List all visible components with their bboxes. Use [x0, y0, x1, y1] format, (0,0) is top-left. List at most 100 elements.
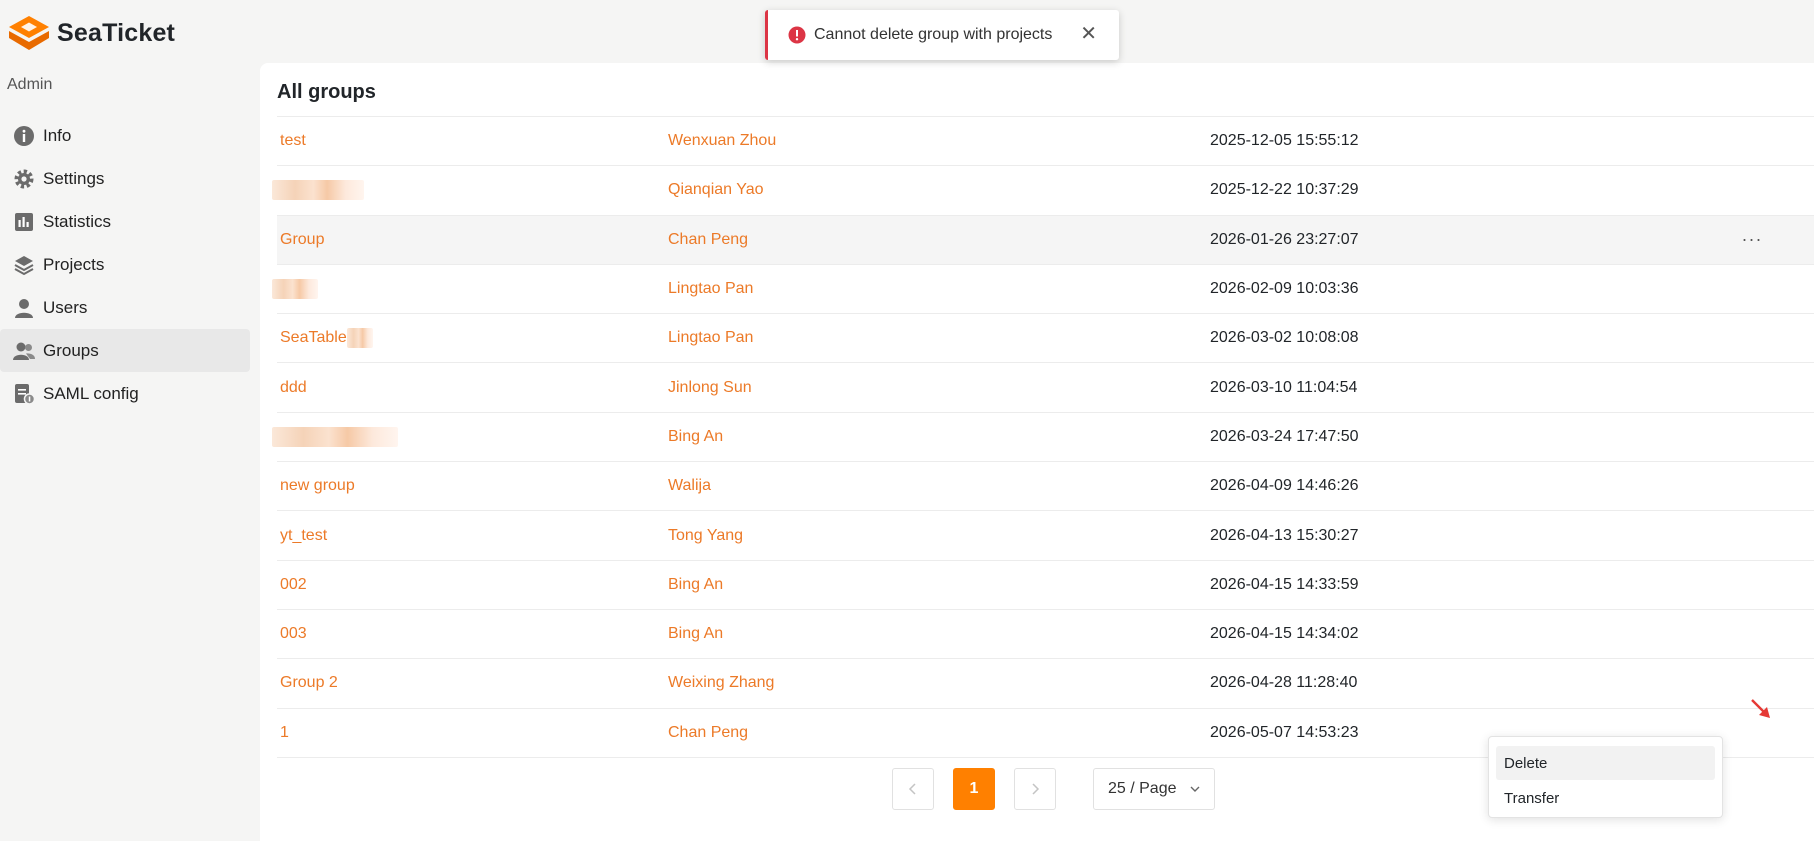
prev-page-button[interactable] — [892, 768, 934, 810]
group-owner-link[interactable]: Lingtao Pan — [668, 314, 753, 362]
page-size-value: 25 / Page — [1108, 780, 1177, 797]
group-owner-link[interactable]: Lingtao Pan — [668, 265, 753, 313]
groups-table: test Wenxuan Zhou 2025-12-05 15:55:12 Qi… — [272, 117, 1814, 758]
group-owner-link[interactable]: Qianqian Yao — [668, 166, 763, 214]
group-name-text: SeaTable — [280, 329, 347, 347]
sidebar-item-settings[interactable]: Settings — [0, 157, 250, 200]
group-created-time: 2025-12-05 15:55:12 — [1210, 132, 1359, 150]
gear-icon — [13, 168, 35, 190]
table-row: Qianqian Yao 2025-12-22 10:37:29 — [272, 166, 1814, 216]
statistics-icon — [13, 211, 35, 233]
users-icon — [13, 340, 35, 362]
page-button-current[interactable]: 1 — [953, 768, 995, 810]
main-panel: All groups test Wenxuan Zhou 2025-12-05 … — [260, 63, 1814, 841]
next-page-button[interactable] — [1014, 768, 1056, 810]
group-name-link[interactable]: new group — [280, 462, 355, 510]
group-created-time: 2026-03-10 11:04:54 — [1210, 378, 1358, 396]
sidebar-item-label: Groups — [43, 340, 99, 360]
group-name-link[interactable]: 002 — [280, 561, 307, 609]
sidebar-item-label: Info — [43, 125, 72, 145]
group-owner-link[interactable]: Wenxuan Zhou — [668, 117, 776, 165]
group-name-link[interactable]: SeaTable — [280, 314, 373, 362]
table-row: new group Walija 2026-04-09 14:46:26 — [277, 462, 1814, 512]
sidebar-item-label: Users — [43, 297, 88, 317]
group-owner-link[interactable]: Weixing Zhang — [668, 659, 774, 707]
close-icon[interactable]: ✕ — [1080, 24, 1097, 44]
group-created-time: 2026-04-15 14:33:59 — [1210, 575, 1359, 593]
group-name-link[interactable] — [272, 166, 364, 214]
group-created-time: 2025-12-22 10:37:29 — [1210, 181, 1359, 199]
sidebar-section-title: Admin — [7, 76, 53, 93]
group-owner-link[interactable]: Tong Yang — [668, 511, 743, 559]
group-name-link[interactable] — [272, 265, 318, 313]
group-created-time: 2026-04-13 15:30:27 — [1210, 526, 1359, 544]
group-created-time: 2026-03-24 17:47:50 — [1210, 427, 1359, 445]
layers-icon — [13, 254, 35, 276]
chevron-right-icon — [1032, 783, 1040, 795]
group-created-time: 2026-05-07 14:53:23 — [1210, 723, 1359, 741]
table-row: test Wenxuan Zhou 2025-12-05 15:55:12 — [277, 117, 1814, 167]
sidebar-item-label: Statistics — [43, 211, 112, 231]
page-title: All groups — [277, 81, 376, 103]
sidebar: SeaTicket Admin Info Settings Statistics — [0, 0, 258, 841]
group-created-time: 2026-02-09 10:03:36 — [1210, 280, 1359, 298]
table-row: SeaTable Lingtao Pan 2026-03-02 10:08:08 — [277, 314, 1814, 364]
group-owner-link[interactable]: Chan Peng — [668, 216, 748, 264]
group-owner-link[interactable]: Bing An — [668, 413, 723, 461]
menu-item-transfer[interactable]: Transfer — [1496, 781, 1715, 815]
error-circle-icon — [788, 26, 806, 44]
redacted-name — [272, 180, 364, 201]
group-name-link[interactable]: 003 — [280, 610, 307, 658]
sidebar-item-projects[interactable]: Projects — [0, 243, 250, 286]
group-name-link[interactable]: test — [280, 117, 306, 165]
sidebar-item-label: SAML config — [43, 383, 139, 403]
error-toast: Cannot delete group with projects ✕ — [765, 10, 1119, 60]
redacted-name — [272, 279, 318, 300]
group-name-link[interactable]: yt_test — [280, 511, 327, 559]
sidebar-item-saml-config[interactable]: SAML config — [0, 372, 250, 415]
group-created-time: 2026-04-09 14:46:26 — [1210, 477, 1359, 495]
group-created-time: 2026-04-15 14:34:02 — [1210, 625, 1359, 643]
group-owner-link[interactable]: Bing An — [668, 610, 723, 658]
chevron-left-icon — [908, 783, 916, 795]
table-row: yt_test Tong Yang 2026-04-13 15:30:27 — [277, 511, 1814, 561]
group-created-time: 2026-01-26 23:27:07 — [1210, 230, 1359, 248]
group-name-link[interactable]: Group — [280, 216, 324, 264]
group-owner-link[interactable]: Jinlong Sun — [668, 363, 752, 411]
user-icon — [13, 297, 35, 319]
row-actions-menu: Delete Transfer — [1488, 736, 1723, 818]
table-row: Bing An 2026-03-24 17:47:50 — [272, 413, 1814, 463]
group-owner-link[interactable]: Bing An — [668, 561, 723, 609]
group-owner-link[interactable]: Walija — [668, 462, 711, 510]
sidebar-item-groups[interactable]: Groups — [0, 329, 250, 372]
group-name-link[interactable]: Group 2 — [280, 659, 338, 707]
redacted-name — [272, 426, 398, 447]
page-size-select[interactable]: 25 / Page — [1093, 768, 1215, 810]
redacted-name — [346, 328, 373, 349]
table-row: Group 2 Weixing Zhang 2026-04-28 11:28:4… — [277, 659, 1814, 709]
app-name: SeaTicket — [57, 18, 176, 47]
cursor-arrow-icon — [1751, 699, 1770, 718]
chevron-down-icon — [1190, 786, 1200, 792]
table-row: 002 Bing An 2026-04-15 14:33:59 — [277, 561, 1814, 610]
toast-message: Cannot delete group with projects — [814, 26, 1053, 43]
group-name-link[interactable] — [272, 413, 398, 461]
sidebar-item-users[interactable]: Users — [0, 286, 250, 329]
group-owner-link[interactable]: Chan Peng — [668, 709, 748, 757]
sidebar-item-statistics[interactable]: Statistics — [0, 200, 250, 243]
sidebar-item-info[interactable]: Info — [0, 114, 250, 157]
saml-icon — [13, 383, 35, 405]
group-created-time: 2026-03-02 10:08:08 — [1210, 329, 1359, 347]
menu-item-delete[interactable]: Delete — [1496, 746, 1715, 780]
table-row: Group Chan Peng 2026-01-26 23:27:07 ··· — [277, 215, 1814, 265]
info-icon — [13, 125, 35, 147]
sidebar-item-label: Settings — [43, 168, 105, 188]
group-name-link[interactable]: 1 — [280, 709, 289, 757]
sidebar-nav: Info Settings Statistics Projects Users — [0, 114, 250, 415]
group-name-link[interactable]: ddd — [280, 363, 307, 411]
group-created-time: 2026-04-28 11:28:40 — [1210, 674, 1358, 692]
logo[interactable]: SeaTicket — [7, 14, 175, 52]
more-options-icon[interactable]: ··· — [1740, 216, 1764, 264]
table-row: ddd Jinlong Sun 2026-03-10 11:04:54 — [277, 363, 1814, 413]
logo-icon — [9, 16, 49, 50]
